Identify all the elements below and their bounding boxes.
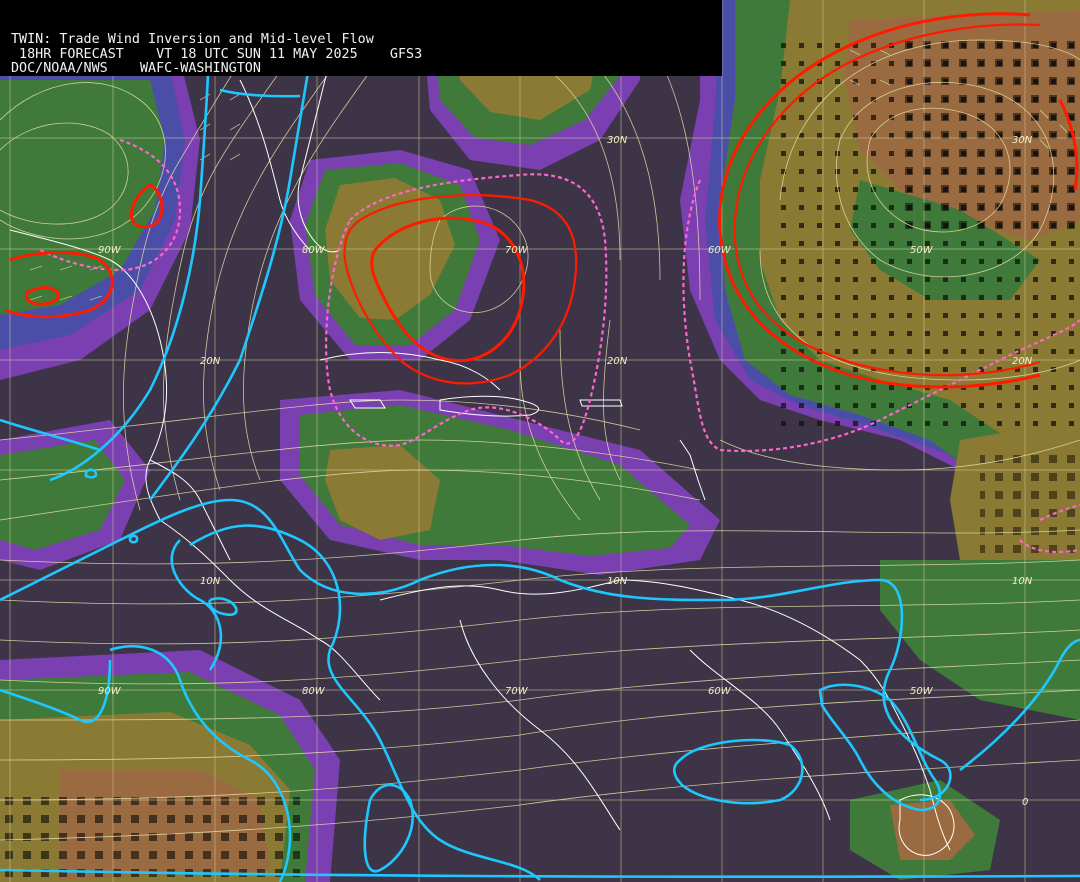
label-lat30-right: 30N: [1012, 135, 1033, 146]
label-lat10-right: 10N: [1012, 576, 1033, 587]
label-lon60-bot: 60W: [708, 686, 732, 697]
label-lat10-mid: 10N: [607, 576, 628, 587]
label-lat30-mid: 30N: [607, 135, 628, 146]
label-lon80-top: 80W: [302, 245, 326, 256]
header-title: TWIN: Trade Wind Inversion and Mid-level…: [11, 32, 374, 47]
label-lon50-top: 50W: [910, 245, 934, 256]
label-lat20-mid: 20N: [607, 356, 628, 367]
header-source: DOC/NOAA/NWS WAFC-WASHINGTON: [11, 61, 261, 76]
header-forecast-time: 18HR FORECAST VT 18 UTC SUN 11 MAY 2025 …: [11, 46, 423, 62]
label-lon80-bot: 80W: [302, 686, 326, 697]
label-lon50-bot: 50W: [910, 686, 934, 697]
label-lon90-bot: 90W: [98, 686, 122, 697]
label-lat20-left: 20N: [200, 356, 221, 367]
label-lat20-right: 20N: [1012, 356, 1033, 367]
map-canvas: 30N 30N 20N 20N 20N 10N 10N 10N 0 90W 80…: [0, 0, 1080, 882]
label-lon60-top: 60W: [708, 245, 732, 256]
label-lat10-left: 10N: [200, 576, 221, 587]
label-lat0: 0: [1022, 797, 1028, 808]
label-lon90-top: 90W: [98, 245, 122, 256]
twin-forecast-map: 30N 30N 20N 20N 20N 10N 10N 10N 0 90W 80…: [0, 0, 1080, 882]
label-lon70-bot: 70W: [505, 686, 529, 697]
label-lon70-top: 70W: [505, 245, 529, 256]
title-header: TWIN: Trade Wind Inversion and Mid-level…: [0, 0, 722, 76]
